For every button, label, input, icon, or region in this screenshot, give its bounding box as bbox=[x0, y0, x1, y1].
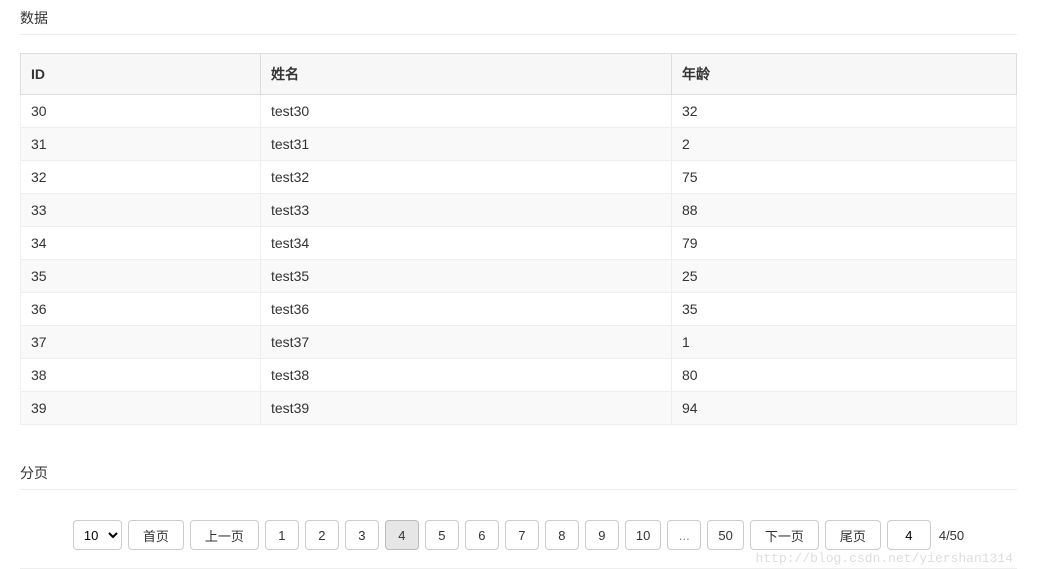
cell-age: 80 bbox=[672, 359, 1017, 392]
page-button-50[interactable]: 50 bbox=[707, 520, 743, 550]
page-ellipsis: ... bbox=[667, 520, 701, 550]
cell-age: 1 bbox=[672, 326, 1017, 359]
page-button-7[interactable]: 7 bbox=[505, 520, 539, 550]
cell-id: 35 bbox=[21, 260, 261, 293]
table-row: 30test3032 bbox=[21, 95, 1017, 128]
page-button-1[interactable]: 1 bbox=[265, 520, 299, 550]
col-header-age: 年龄 bbox=[672, 54, 1017, 95]
cell-age: 94 bbox=[672, 392, 1017, 425]
col-header-id: ID bbox=[21, 54, 261, 95]
page-button-3[interactable]: 3 bbox=[345, 520, 379, 550]
cell-id: 34 bbox=[21, 227, 261, 260]
cell-age: 32 bbox=[672, 95, 1017, 128]
table-row: 37test371 bbox=[21, 326, 1017, 359]
page-button-5[interactable]: 5 bbox=[425, 520, 459, 550]
last-page-button[interactable]: 尾页 bbox=[825, 520, 881, 550]
cell-name: test37 bbox=[261, 326, 672, 359]
page-button-4[interactable]: 4 bbox=[385, 520, 419, 550]
table-row: 39test3994 bbox=[21, 392, 1017, 425]
page-total-label: 4/50 bbox=[939, 528, 964, 543]
table-row: 33test3388 bbox=[21, 194, 1017, 227]
cell-name: test30 bbox=[261, 95, 672, 128]
cell-name: test32 bbox=[261, 161, 672, 194]
cell-age: 2 bbox=[672, 128, 1017, 161]
cell-age: 79 bbox=[672, 227, 1017, 260]
table-row: 36test3635 bbox=[21, 293, 1017, 326]
page-button-6[interactable]: 6 bbox=[465, 520, 499, 550]
cell-name: test38 bbox=[261, 359, 672, 392]
table-row: 32test3275 bbox=[21, 161, 1017, 194]
prev-page-button[interactable]: 上一页 bbox=[190, 520, 259, 550]
cell-id: 36 bbox=[21, 293, 261, 326]
cell-age: 75 bbox=[672, 161, 1017, 194]
page-button-2[interactable]: 2 bbox=[305, 520, 339, 550]
cell-age: 25 bbox=[672, 260, 1017, 293]
cell-age: 35 bbox=[672, 293, 1017, 326]
data-table: ID 姓名 年龄 30test303231test31232test327533… bbox=[20, 53, 1017, 425]
page-button-8[interactable]: 8 bbox=[545, 520, 579, 550]
page-size-select[interactable]: 10 bbox=[73, 520, 122, 550]
goto-page-input[interactable] bbox=[887, 520, 931, 550]
col-header-name: 姓名 bbox=[261, 54, 672, 95]
cell-name: test35 bbox=[261, 260, 672, 293]
cell-id: 38 bbox=[21, 359, 261, 392]
page-button-9[interactable]: 9 bbox=[585, 520, 619, 550]
cell-id: 33 bbox=[21, 194, 261, 227]
cell-id: 37 bbox=[21, 326, 261, 359]
page-button-10[interactable]: 10 bbox=[625, 520, 661, 550]
cell-name: test33 bbox=[261, 194, 672, 227]
cell-age: 88 bbox=[672, 194, 1017, 227]
table-row: 35test3525 bbox=[21, 260, 1017, 293]
watermark: http://blog.csdn.net/yiershan1314 bbox=[756, 551, 1013, 566]
cell-name: test31 bbox=[261, 128, 672, 161]
cell-name: test39 bbox=[261, 392, 672, 425]
section-title-pager: 分页 bbox=[20, 455, 1017, 490]
section-title-data: 数据 bbox=[20, 0, 1017, 35]
cell-id: 32 bbox=[21, 161, 261, 194]
table-row: 34test3479 bbox=[21, 227, 1017, 260]
next-page-button[interactable]: 下一页 bbox=[750, 520, 819, 550]
table-header-row: ID 姓名 年龄 bbox=[21, 54, 1017, 95]
table-row: 38test3880 bbox=[21, 359, 1017, 392]
cell-id: 31 bbox=[21, 128, 261, 161]
cell-id: 30 bbox=[21, 95, 261, 128]
first-page-button[interactable]: 首页 bbox=[128, 520, 184, 550]
cell-name: test36 bbox=[261, 293, 672, 326]
cell-name: test34 bbox=[261, 227, 672, 260]
table-row: 31test312 bbox=[21, 128, 1017, 161]
cell-id: 39 bbox=[21, 392, 261, 425]
pager: 10 首页 上一页 1 2 3 4 5 6 7 8 9 10 ... 50 下一… bbox=[73, 520, 964, 550]
